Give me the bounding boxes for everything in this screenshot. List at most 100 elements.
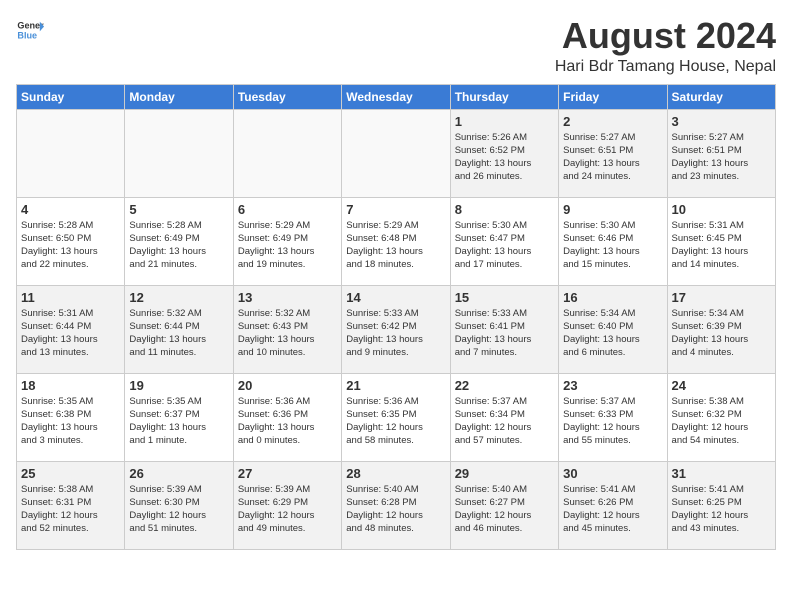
day-info: Sunrise: 5:40 AM Sunset: 6:27 PM Dayligh… [455, 483, 554, 536]
weekday-header-thursday: Thursday [450, 84, 558, 109]
day-number: 14 [346, 290, 445, 305]
calendar-day-cell: 12 Sunrise: 5:32 AM Sunset: 6:44 PM Dayli… [125, 285, 233, 373]
day-info: Sunrise: 5:28 AM Sunset: 6:49 PM Dayligh… [129, 219, 228, 272]
day-number: 29 [455, 466, 554, 481]
calendar-day-cell: 15 Sunrise: 5:33 AM Sunset: 6:41 PM Dayli… [450, 285, 558, 373]
weekday-header-friday: Friday [559, 84, 667, 109]
day-number: 22 [455, 378, 554, 393]
day-info: Sunrise: 5:39 AM Sunset: 6:29 PM Dayligh… [238, 483, 337, 536]
day-info: Sunrise: 5:26 AM Sunset: 6:52 PM Dayligh… [455, 131, 554, 184]
day-number: 17 [672, 290, 771, 305]
calendar-day-cell: 17Sunrise: 5:34 AM Sunset: 6:39 PM Dayli… [667, 285, 775, 373]
calendar-week-row: 4 Sunrise: 5:28 AM Sunset: 6:50 PM Daylig… [17, 197, 776, 285]
day-number: 31 [672, 466, 771, 481]
calendar-day-cell: 26 Sunrise: 5:39 AM Sunset: 6:30 PM Dayli… [125, 461, 233, 549]
page-header: General Blue August 2024 Hari Bdr Tamang… [16, 16, 776, 76]
day-number: 26 [129, 466, 228, 481]
calendar-day-cell: 31 Sunrise: 5:41 AM Sunset: 6:25 PM Dayli… [667, 461, 775, 549]
calendar-day-cell: 20Sunrise: 5:36 AM Sunset: 6:36 PM Dayli… [233, 373, 341, 461]
day-number: 20 [238, 378, 337, 393]
weekday-header-saturday: Saturday [667, 84, 775, 109]
day-info: Sunrise: 5:30 AM Sunset: 6:47 PM Dayligh… [455, 219, 554, 272]
day-info: Sunrise: 5:38 AM Sunset: 6:31 PM Dayligh… [21, 483, 120, 536]
calendar-day-cell: 13Sunrise: 5:32 AM Sunset: 6:43 PM Dayli… [233, 285, 341, 373]
day-number: 6 [238, 202, 337, 217]
day-info: Sunrise: 5:29 AM Sunset: 6:49 PM Dayligh… [238, 219, 337, 272]
day-number: 27 [238, 466, 337, 481]
calendar-day-cell: 8 Sunrise: 5:30 AM Sunset: 6:47 PM Daylig… [450, 197, 558, 285]
calendar-day-cell: 2 Sunrise: 5:27 AM Sunset: 6:51 PM Daylig… [559, 109, 667, 197]
day-number: 19 [129, 378, 228, 393]
day-info: Sunrise: 5:35 AM Sunset: 6:38 PM Dayligh… [21, 395, 120, 448]
calendar-day-cell: 11Sunrise: 5:31 AM Sunset: 6:44 PM Dayli… [17, 285, 125, 373]
calendar-day-cell: 9 Sunrise: 5:30 AM Sunset: 6:46 PM Daylig… [559, 197, 667, 285]
calendar-table: SundayMondayTuesdayWednesdayThursdayFrid… [16, 84, 776, 550]
weekday-header-sunday: Sunday [17, 84, 125, 109]
calendar-day-cell [233, 109, 341, 197]
day-info: Sunrise: 5:32 AM Sunset: 6:44 PM Dayligh… [129, 307, 228, 360]
logo-icon: General Blue [16, 16, 44, 44]
calendar-day-cell [342, 109, 450, 197]
calendar-day-cell: 22Sunrise: 5:37 AM Sunset: 6:34 PM Dayli… [450, 373, 558, 461]
calendar-day-cell: 1 Sunrise: 5:26 AM Sunset: 6:52 PM Daylig… [450, 109, 558, 197]
day-number: 30 [563, 466, 662, 481]
calendar-week-row: 1 Sunrise: 5:26 AM Sunset: 6:52 PM Daylig… [17, 109, 776, 197]
day-info: Sunrise: 5:37 AM Sunset: 6:33 PM Dayligh… [563, 395, 662, 448]
day-number: 12 [129, 290, 228, 305]
day-number: 2 [563, 114, 662, 129]
day-info: Sunrise: 5:41 AM Sunset: 6:26 PM Dayligh… [563, 483, 662, 536]
day-info: Sunrise: 5:39 AM Sunset: 6:30 PM Dayligh… [129, 483, 228, 536]
month-year-title: August 2024 [555, 16, 776, 56]
weekday-header-wednesday: Wednesday [342, 84, 450, 109]
day-number: 28 [346, 466, 445, 481]
logo: General Blue [16, 16, 44, 44]
calendar-day-cell: 29 Sunrise: 5:40 AM Sunset: 6:27 PM Dayli… [450, 461, 558, 549]
day-number: 7 [346, 202, 445, 217]
calendar-day-cell: 24Sunrise: 5:38 AM Sunset: 6:32 PM Dayli… [667, 373, 775, 461]
day-number: 8 [455, 202, 554, 217]
svg-text:Blue: Blue [17, 30, 37, 40]
day-number: 1 [455, 114, 554, 129]
calendar-day-cell [17, 109, 125, 197]
day-number: 3 [672, 114, 771, 129]
day-info: Sunrise: 5:40 AM Sunset: 6:28 PM Dayligh… [346, 483, 445, 536]
calendar-day-cell: 14 Sunrise: 5:33 AM Sunset: 6:42 PM Dayli… [342, 285, 450, 373]
day-info: Sunrise: 5:27 AM Sunset: 6:51 PM Dayligh… [672, 131, 771, 184]
calendar-day-cell: 25 Sunrise: 5:38 AM Sunset: 6:31 PM Dayli… [17, 461, 125, 549]
day-info: Sunrise: 5:27 AM Sunset: 6:51 PM Dayligh… [563, 131, 662, 184]
day-info: Sunrise: 5:34 AM Sunset: 6:40 PM Dayligh… [563, 307, 662, 360]
day-number: 18 [21, 378, 120, 393]
calendar-week-row: 11Sunrise: 5:31 AM Sunset: 6:44 PM Dayli… [17, 285, 776, 373]
calendar-day-cell: 6 Sunrise: 5:29 AM Sunset: 6:49 PM Daylig… [233, 197, 341, 285]
day-number: 25 [21, 466, 120, 481]
day-info: Sunrise: 5:36 AM Sunset: 6:35 PM Dayligh… [346, 395, 445, 448]
day-number: 11 [21, 290, 120, 305]
day-info: Sunrise: 5:38 AM Sunset: 6:32 PM Dayligh… [672, 395, 771, 448]
day-number: 10 [672, 202, 771, 217]
calendar-day-cell: 27 Sunrise: 5:39 AM Sunset: 6:29 PM Dayli… [233, 461, 341, 549]
calendar-day-cell: 7Sunrise: 5:29 AM Sunset: 6:48 PM Daylig… [342, 197, 450, 285]
calendar-day-cell: 5Sunrise: 5:28 AM Sunset: 6:49 PM Daylig… [125, 197, 233, 285]
weekday-header-tuesday: Tuesday [233, 84, 341, 109]
calendar-day-cell: 30 Sunrise: 5:41 AM Sunset: 6:26 PM Dayli… [559, 461, 667, 549]
calendar-day-cell: 19 Sunrise: 5:35 AM Sunset: 6:37 PM Dayli… [125, 373, 233, 461]
day-info: Sunrise: 5:31 AM Sunset: 6:45 PM Dayligh… [672, 219, 771, 272]
calendar-day-cell: 3 Sunrise: 5:27 AM Sunset: 6:51 PM Daylig… [667, 109, 775, 197]
day-info: Sunrise: 5:33 AM Sunset: 6:41 PM Dayligh… [455, 307, 554, 360]
day-number: 9 [563, 202, 662, 217]
day-info: Sunrise: 5:28 AM Sunset: 6:50 PM Dayligh… [21, 219, 120, 272]
day-info: Sunrise: 5:30 AM Sunset: 6:46 PM Dayligh… [563, 219, 662, 272]
calendar-day-cell: 23Sunrise: 5:37 AM Sunset: 6:33 PM Dayli… [559, 373, 667, 461]
calendar-day-cell: 21 Sunrise: 5:36 AM Sunset: 6:35 PM Dayli… [342, 373, 450, 461]
calendar-week-row: 18 Sunrise: 5:35 AM Sunset: 6:38 PM Dayli… [17, 373, 776, 461]
location-subtitle: Hari Bdr Tamang House, Nepal [555, 58, 776, 76]
day-number: 21 [346, 378, 445, 393]
calendar-day-cell: 10 Sunrise: 5:31 AM Sunset: 6:45 PM Dayli… [667, 197, 775, 285]
day-info: Sunrise: 5:33 AM Sunset: 6:42 PM Dayligh… [346, 307, 445, 360]
day-info: Sunrise: 5:35 AM Sunset: 6:37 PM Dayligh… [129, 395, 228, 448]
day-number: 4 [21, 202, 120, 217]
day-number: 15 [455, 290, 554, 305]
title-block: August 2024 Hari Bdr Tamang House, Nepal [555, 16, 776, 76]
day-info: Sunrise: 5:41 AM Sunset: 6:25 PM Dayligh… [672, 483, 771, 536]
weekday-header-monday: Monday [125, 84, 233, 109]
